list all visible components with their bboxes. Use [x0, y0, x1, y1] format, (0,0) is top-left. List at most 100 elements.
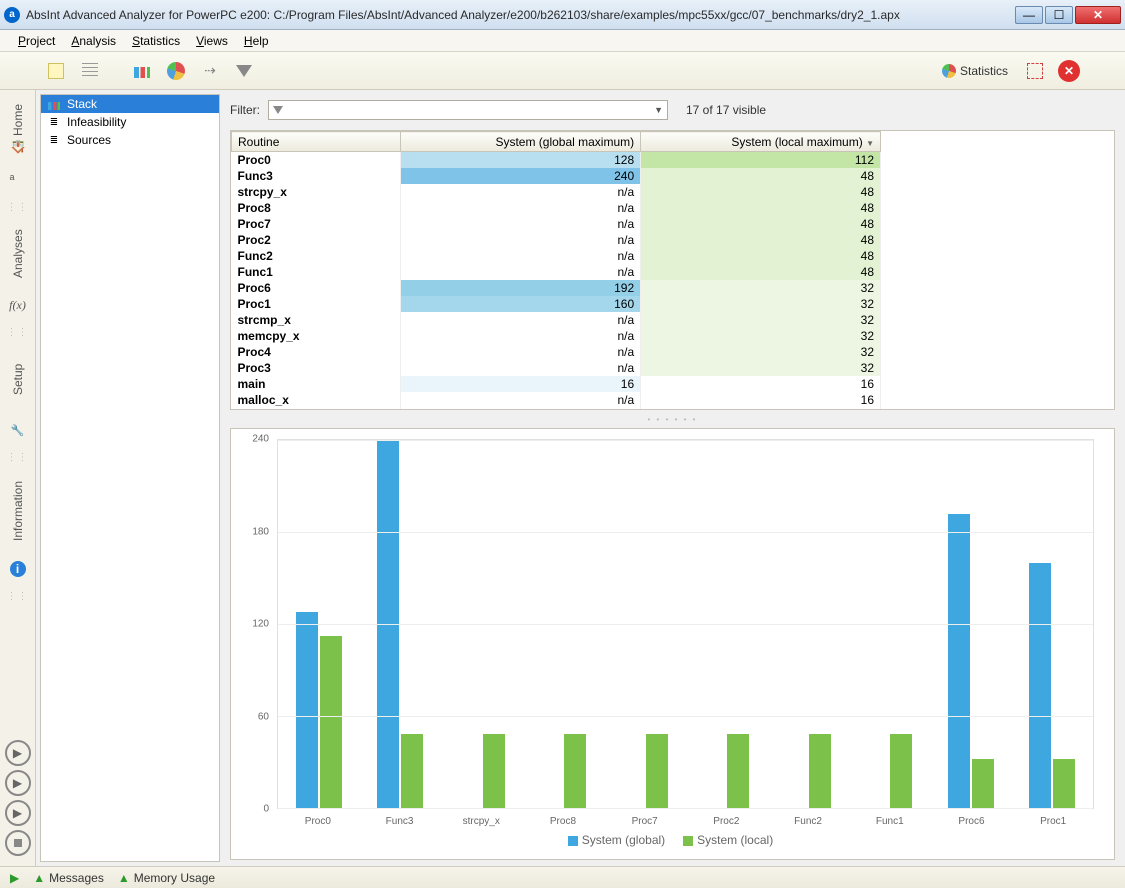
bar-local[interactable]: [564, 734, 586, 808]
col-routine[interactable]: Routine: [232, 132, 401, 152]
table-row[interactable]: memcpy_xn/a32: [232, 328, 881, 344]
table-row[interactable]: Proc3n/a32: [232, 360, 881, 376]
menu-views[interactable]: Views: [188, 32, 236, 50]
xlabel: Proc7: [604, 816, 686, 827]
chart-xlabels: Proc0Func3strcpy_xProc8Proc7Proc2Func2Fu…: [277, 816, 1094, 827]
toolbar-bars-button[interactable]: [128, 57, 156, 85]
sidetab-setup[interactable]: Setup: [2, 344, 34, 414]
run-play-button[interactable]: ▶: [5, 740, 31, 766]
grip-icon: ⋮⋮: [7, 327, 29, 338]
toolbar-statistics-button[interactable]: Statistics: [935, 57, 1015, 85]
run-skip-button[interactable]: ▶: [5, 800, 31, 826]
table-row[interactable]: Proc8n/a48: [232, 200, 881, 216]
toolbar-filter-button[interactable]: [230, 57, 258, 85]
tree-item-infeasibility[interactable]: ≣Infeasibility: [41, 113, 219, 131]
toolbar-pie-button[interactable]: [162, 57, 190, 85]
cell-routine: Proc2: [232, 232, 401, 248]
sidetab-wrench[interactable]: 🔧: [2, 416, 34, 444]
toolbar-arrows-button[interactable]: ⇢: [196, 57, 224, 85]
status-messages[interactable]: ▲Messages: [33, 871, 104, 885]
triangle-up-icon: ▲: [118, 871, 130, 885]
bar-local[interactable]: [401, 734, 423, 808]
cell-local: 16: [641, 392, 881, 408]
table-row[interactable]: main1616: [232, 376, 881, 392]
toolbar-expand-button[interactable]: [1021, 57, 1049, 85]
xlabel: Proc6: [931, 816, 1013, 827]
table-row[interactable]: Func1n/a48: [232, 264, 881, 280]
play-icon: ▶: [10, 871, 19, 885]
table-row[interactable]: Proc619232: [232, 280, 881, 296]
run-stop-button[interactable]: [5, 830, 31, 856]
run-play2-button[interactable]: ▶: [5, 770, 31, 796]
sidetab-fx[interactable]: f(x): [2, 291, 34, 319]
window-title: AbsInt Advanced Analyzer for PowerPC e20…: [26, 8, 1015, 22]
sidetab-analyses[interactable]: Analyses: [2, 219, 34, 289]
table-row[interactable]: Proc7n/a48: [232, 216, 881, 232]
bar-local[interactable]: [320, 636, 342, 808]
menu-project[interactable]: Project: [10, 32, 63, 50]
list-icon: [82, 63, 98, 79]
tree-item-stack[interactable]: Stack: [41, 95, 219, 113]
window-close-button[interactable]: ✕: [1075, 6, 1121, 24]
sidetab-app[interactable]: a: [2, 166, 34, 194]
table-row[interactable]: Proc0128112: [232, 152, 881, 168]
bar-local[interactable]: [727, 734, 749, 808]
title-bar: a AbsInt Advanced Analyzer for PowerPC e…: [0, 0, 1125, 30]
tree-item-sources[interactable]: ≣Sources: [41, 131, 219, 149]
grip-icon: ⋮⋮: [7, 591, 29, 602]
table-row[interactable]: malloc_xn/a16: [232, 392, 881, 408]
close-icon: ✕: [1058, 60, 1080, 82]
sidetab-home[interactable]: 🏠Home: [2, 94, 34, 164]
grip-icon: ⋮⋮: [7, 202, 29, 213]
menu-analysis[interactable]: Analysis: [63, 32, 124, 50]
bar-local[interactable]: [809, 734, 831, 808]
menu-help[interactable]: Help: [236, 32, 277, 50]
cell-local: 48: [641, 168, 881, 184]
table-row[interactable]: Proc2n/a48: [232, 232, 881, 248]
cell-local: 32: [641, 296, 881, 312]
cell-routine: memcpy_x: [232, 328, 401, 344]
stop-icon: [14, 839, 22, 847]
bar-global[interactable]: [948, 514, 970, 808]
status-run[interactable]: ▶: [10, 871, 19, 885]
table-row[interactable]: Proc5n/a16: [232, 408, 881, 411]
col-global[interactable]: System (global maximum): [401, 132, 641, 152]
table-row[interactable]: strcmp_xn/a32: [232, 312, 881, 328]
splitter[interactable]: • • • • • •: [230, 416, 1115, 422]
sidetab-info[interactable]: i: [2, 555, 34, 583]
table-row[interactable]: Proc4n/a32: [232, 344, 881, 360]
bar-global[interactable]: [1029, 563, 1051, 808]
bar-local[interactable]: [972, 759, 994, 808]
cell-global: n/a: [401, 392, 641, 408]
results-table[interactable]: Routine System (global maximum) System (…: [230, 130, 1115, 410]
window-minimize-button[interactable]: —: [1015, 6, 1043, 24]
xlabel: strcpy_x: [440, 816, 522, 827]
bar-local[interactable]: [1053, 759, 1075, 808]
status-memory[interactable]: ▲Memory Usage: [118, 871, 215, 885]
table-row[interactable]: Func324048: [232, 168, 881, 184]
window-maximize-button[interactable]: ☐: [1045, 6, 1073, 24]
toolbar-close-button[interactable]: ✕: [1055, 57, 1083, 85]
toolbar-list-button[interactable]: [76, 57, 104, 85]
gridline: [278, 532, 1093, 533]
play-icon: ▶: [13, 776, 22, 790]
pie-chart-icon: [167, 62, 185, 80]
bar-local[interactable]: [646, 734, 668, 808]
bar-global[interactable]: [296, 612, 318, 808]
bar-local[interactable]: [483, 734, 505, 808]
col-local[interactable]: System (local maximum) ▼: [641, 132, 881, 152]
status-bar: ▶ ▲Messages ▲Memory Usage: [0, 866, 1125, 888]
toolbar-notes-button[interactable]: [42, 57, 70, 85]
list-icon: ≣: [47, 115, 61, 129]
chevron-down-icon: ▼: [654, 105, 663, 115]
triangle-up-icon: ▲: [33, 871, 45, 885]
bar-local[interactable]: [890, 734, 912, 808]
table-row[interactable]: Func2n/a48: [232, 248, 881, 264]
filter-combo[interactable]: ▼: [268, 100, 668, 120]
table-row[interactable]: strcpy_xn/a48: [232, 184, 881, 200]
table-row[interactable]: Proc116032: [232, 296, 881, 312]
cell-routine: Proc7: [232, 216, 401, 232]
menu-statistics[interactable]: Statistics: [124, 32, 188, 50]
sidetab-information[interactable]: Information: [2, 469, 34, 553]
cell-global: 192: [401, 280, 641, 296]
